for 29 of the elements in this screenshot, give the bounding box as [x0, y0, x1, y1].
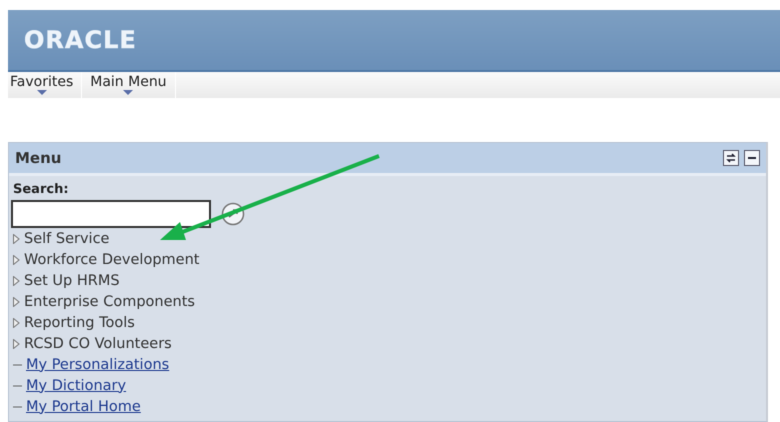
expand-triangle-icon[interactable]	[13, 318, 20, 328]
dash-icon	[13, 406, 22, 408]
dash-icon	[13, 364, 22, 366]
dropdown-icon	[123, 90, 134, 95]
menu-link[interactable]: My Portal Home	[26, 398, 141, 414]
search-label: Search:	[13, 182, 70, 197]
menu-folder[interactable]: Reporting Tools	[24, 314, 135, 330]
dropdown-icon	[36, 90, 47, 95]
nav-menu[interactable]: Main Menu	[82, 72, 176, 98]
dash-icon	[13, 384, 22, 386]
menu-title: Menu	[15, 149, 62, 167]
menu-folder[interactable]: Set Up HRMS	[24, 272, 120, 288]
menu-link[interactable]: My Dictionary	[26, 378, 126, 394]
menu-link[interactable]: My Personalizations	[26, 356, 170, 372]
go-icon[interactable]	[221, 202, 245, 226]
menu-folder[interactable]: Enterprise Components	[24, 294, 195, 310]
expand-triangle-icon[interactable]	[13, 234, 20, 244]
refresh-icon[interactable]	[723, 150, 739, 166]
oracle-logo: ORACLE	[24, 26, 137, 54]
expand-triangle-icon[interactable]	[13, 338, 20, 348]
expand-triangle-icon[interactable]	[13, 276, 20, 286]
search-field[interactable]	[11, 200, 211, 228]
menu-folder[interactable]: Self Service	[24, 230, 110, 246]
menu-folder[interactable]: RCSD CO Volunteers	[24, 336, 172, 352]
expand-triangle-icon[interactable]	[13, 296, 20, 306]
menu-folder[interactable]: Workforce Development	[24, 252, 200, 268]
expand-triangle-icon[interactable]	[13, 254, 20, 264]
collapse-icon[interactable]	[744, 150, 760, 166]
nav-menu[interactable]: Favorites	[8, 72, 82, 98]
